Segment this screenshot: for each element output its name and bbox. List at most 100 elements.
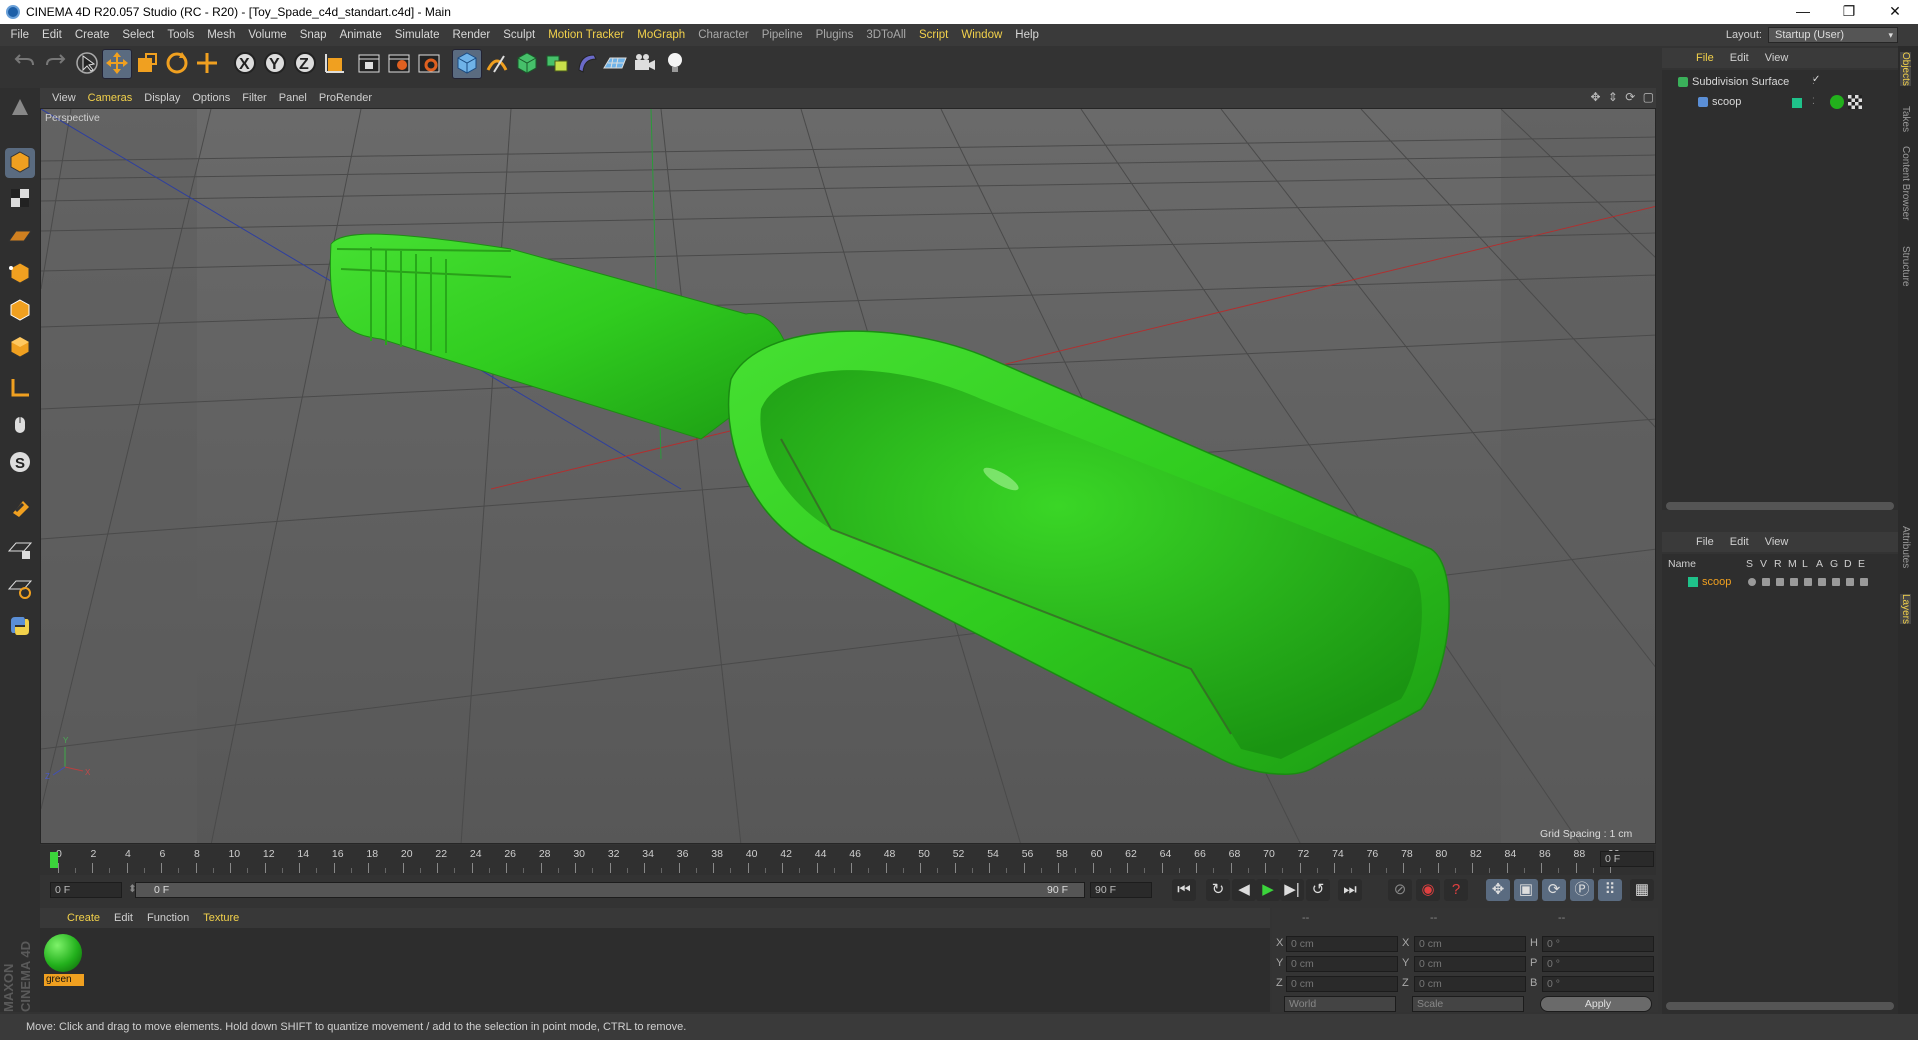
position-x-field[interactable]: 0 cm [1286,936,1398,952]
current-frame-field[interactable]: 0 F [50,882,122,898]
layer-column-e[interactable]: E [1858,558,1865,570]
texture-tag-icon[interactable] [1848,95,1862,109]
layer-render-toggle-icon[interactable] [1776,578,1784,586]
menu-tools[interactable]: Tools [161,29,201,41]
material-menu-function[interactable]: Function [140,912,196,924]
3d-viewport[interactable]: Y X Z [40,108,1656,844]
redo-button[interactable] [40,49,70,79]
floor-button[interactable] [600,49,630,79]
locked-workplane-button[interactable] [5,536,35,566]
render-picture-viewer-button[interactable] [384,49,414,79]
position-y-field[interactable]: 0 cm [1286,956,1398,972]
layer-column-d[interactable]: D [1844,558,1852,570]
object-menu-file[interactable]: File [1688,52,1722,64]
size-x-field[interactable]: 0 cm [1414,936,1526,952]
axis-mode-button[interactable] [5,374,35,404]
layer-locked-toggle-icon[interactable] [1804,578,1812,586]
python-button[interactable] [5,612,35,642]
range-slider[interactable]: 0 F 90 F [135,882,1085,898]
apply-button[interactable]: Apply [1540,996,1652,1012]
restore-button[interactable]: ❐ [1826,0,1872,24]
menu-mesh[interactable]: Mesh [201,29,242,41]
x-axis-button[interactable]: X [230,49,260,79]
layer-column-s[interactable]: S [1746,558,1753,570]
undo-button[interactable] [10,49,40,79]
transform-button[interactable] [192,49,222,79]
layer-expressions-toggle-icon[interactable] [1860,578,1868,586]
key-param-button[interactable]: Ⓟ [1570,879,1594,901]
layer-column-r[interactable]: R [1774,558,1782,570]
timeline-window-button[interactable]: ▦ [1630,879,1654,901]
layer-menu-view[interactable]: View [1757,536,1797,548]
layer-column-name[interactable]: Name [1668,558,1696,570]
play-button[interactable]: ▶ [1256,879,1280,901]
object-menu-edit[interactable]: Edit [1722,52,1757,64]
render-view-button[interactable] [354,49,384,79]
rotation-h-field[interactable]: 0 ° [1542,936,1654,952]
polygons-mode-button[interactable] [5,333,35,363]
menu-plugins[interactable]: Plugins [809,29,860,41]
edit-render-settings-button[interactable] [414,49,444,79]
previous-frame-button[interactable]: ◀ [1232,879,1256,901]
frame-display-field[interactable]: 0 F [1600,851,1654,867]
layer-view-toggle-icon[interactable] [1762,578,1770,586]
edges-mode-button[interactable] [5,296,35,326]
z-axis-button[interactable]: Z [290,49,320,79]
menu-render[interactable]: Render [446,29,497,41]
side-tab-content-browser[interactable]: Content Browser [1900,146,1911,220]
viewport-menu-options[interactable]: Options [186,92,236,104]
array-button[interactable] [542,49,572,79]
layer-column-a[interactable]: A [1816,558,1823,570]
size-mode-dropdown[interactable]: Scale [1412,996,1524,1012]
viewport-menu-filter[interactable]: Filter [236,92,272,104]
scale-button[interactable] [132,49,162,79]
key-scale-button[interactable]: ▣ [1514,879,1538,901]
light-button[interactable] [660,49,690,79]
previous-key-button[interactable]: ↻ [1206,879,1230,901]
layer-color-tag[interactable] [1792,98,1802,108]
next-key-button[interactable]: ↺ [1306,879,1330,901]
side-tab-structure[interactable]: Structure [1900,246,1911,287]
viewport-nav-icons[interactable]: ✥ ⇕ ⟳ ▢ [1590,90,1656,104]
visibility-dots-icon[interactable]: ⁚ [1812,96,1815,107]
menu-character[interactable]: Character [692,29,756,41]
menu-3dtoall[interactable]: 3DToAll [860,29,913,41]
workplane-button[interactable] [5,222,35,252]
playhead-marker[interactable] [50,852,58,868]
autokey-button[interactable]: ⊘ [1388,879,1412,901]
key-pla-button[interactable]: ⠿ [1598,879,1622,901]
layer-row[interactable]: scoop [1662,574,1898,590]
menu-window[interactable]: Window [955,29,1009,41]
end-frame-field[interactable]: 90 F [1090,882,1152,898]
side-tab-attributes[interactable]: Attributes [1900,526,1911,568]
make-editable-button[interactable] [5,93,35,123]
menu-create[interactable]: Create [68,29,116,41]
deformer-button[interactable] [572,49,602,79]
cube-button[interactable] [452,49,482,79]
coordinate-mode-dropdown[interactable]: World [1284,996,1396,1012]
size-z-field[interactable]: 0 cm [1414,976,1526,992]
menu-help[interactable]: Help [1009,29,1046,41]
material-menu-create[interactable]: Create [60,912,107,924]
viewport-menu-view[interactable]: View [46,92,82,104]
rotation-b-field[interactable]: 0 ° [1542,976,1654,992]
rotate-button[interactable] [162,49,192,79]
menu-animate[interactable]: Animate [333,29,388,41]
object-row[interactable]: scoop ⁚ [1662,94,1898,112]
layout-dropdown[interactable]: Startup (User) [1768,27,1898,43]
camera-button[interactable] [630,49,660,79]
coordinate-system-button[interactable] [320,49,350,79]
solo-mode-button[interactable]: S [5,448,35,478]
layer-column-m[interactable]: M [1788,558,1797,570]
layer-column-g[interactable]: G [1830,558,1838,570]
viewport-menu-display[interactable]: Display [138,92,186,104]
viewport-menu-prorender[interactable]: ProRender [313,92,378,104]
minimize-button[interactable]: — [1780,0,1826,24]
points-mode-button[interactable] [5,259,35,289]
model-mode-button[interactable] [5,148,35,178]
layer-animation-toggle-icon[interactable] [1818,578,1826,586]
key-rotation-button[interactable]: ⟳ [1542,879,1566,901]
material-swatch[interactable]: green [44,934,84,986]
move-button[interactable] [102,49,132,79]
menu-snap[interactable]: Snap [293,29,333,41]
